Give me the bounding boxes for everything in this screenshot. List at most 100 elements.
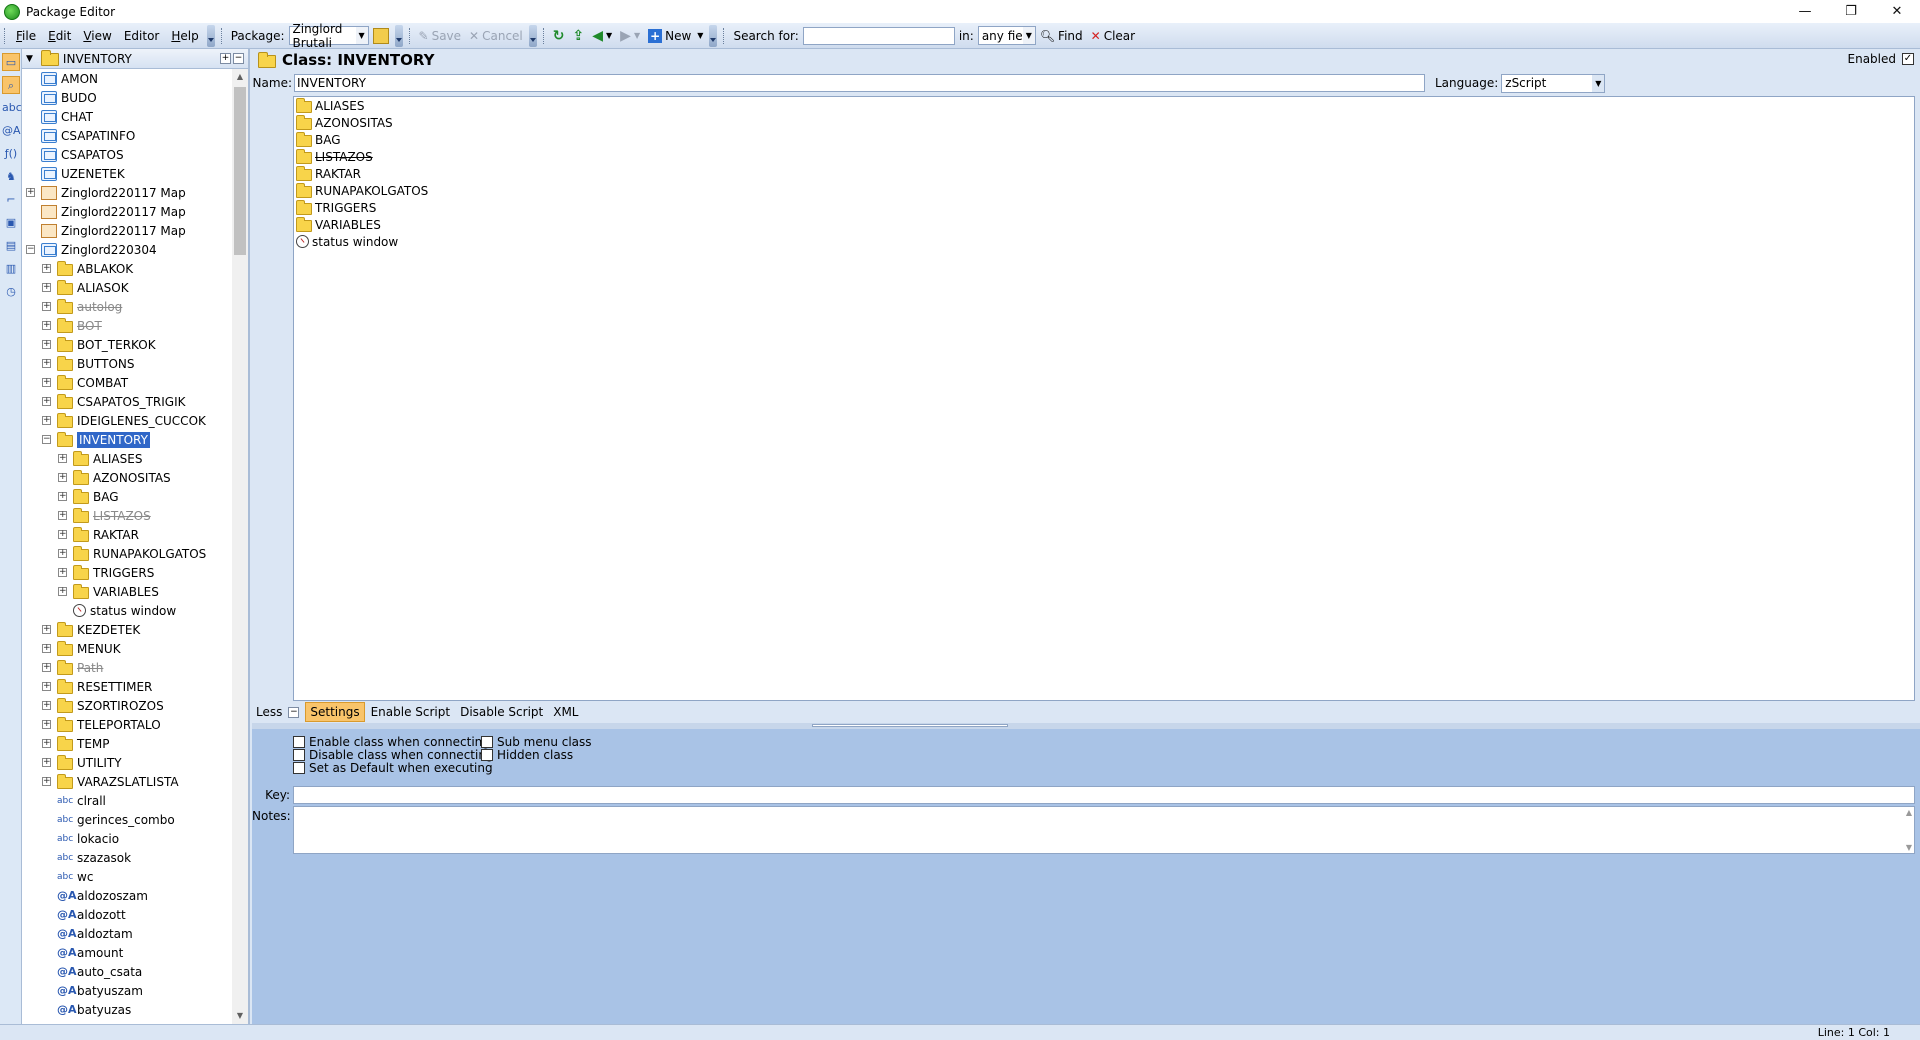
enable-on-connect-option[interactable]: Enable class when connecting [293,735,490,749]
language-select[interactable]: zScript ▼ [1501,73,1606,93]
tree-item[interactable]: + Path [22,658,232,677]
trigger-view-icon[interactable]: ♞ [2,168,20,186]
tree-item[interactable]: + AZONOSITAS [22,468,232,487]
expand-icon[interactable]: + [58,492,67,501]
expand-icon[interactable]: + [42,625,51,634]
package-manager-button[interactable] [369,25,393,47]
save-button[interactable]: ✎ Save [415,25,466,47]
import-button[interactable]: ⇪ [569,25,589,47]
scroll-up-icon[interactable]: ▲ [1906,808,1912,817]
toolbar-overflow-icon[interactable] [528,24,537,47]
menu-help[interactable]: Help [165,29,204,43]
chevron-down-icon[interactable]: ▼ [26,54,33,64]
toolbar-grip[interactable] [542,27,546,44]
expand-icon[interactable]: + [58,511,67,520]
tree-item[interactable]: + RESETTIMER [22,677,232,696]
sub-menu-option[interactable]: Sub menu class [481,735,592,749]
set-default-checkbox[interactable] [293,762,305,774]
alias-view-icon[interactable]: abc [2,99,22,117]
class-contents-list[interactable]: ALIASES AZONOSITAS BAG LISTAZOS RAKTAR RUNAPA… [293,96,1915,701]
disable-on-connect-checkbox[interactable] [293,749,305,761]
expand-icon[interactable]: + [58,454,67,463]
event-view-icon[interactable]: ▤ [2,237,20,255]
tree-item[interactable]: + ALIASOK [22,278,232,297]
tree-item[interactable]: Zinglord220117 Map [22,202,232,221]
list-item[interactable]: LISTAZOS [294,148,1914,165]
list-item[interactable]: ALIASES [294,97,1914,114]
tree-item[interactable]: + VARAZSLATLISTA [22,772,232,791]
tree-item[interactable]: abc gerinces_combo [22,810,232,829]
name-field[interactable]: INVENTORY [294,74,1425,92]
expand-icon[interactable]: + [42,321,51,330]
tree-item[interactable]: UZENETEK [22,164,232,183]
tree-item[interactable]: + BAG [22,487,232,506]
tree-item[interactable]: + UTILITY [22,753,232,772]
expand-icon[interactable]: + [42,397,51,406]
tree-item[interactable]: − Zinglord220304 [22,240,232,259]
tree-item[interactable]: + LISTAZOS [22,506,232,525]
set-default-option[interactable]: Set as Default when executing [293,761,493,775]
tree-item[interactable]: CSAPATOS [22,145,232,164]
expand-icon[interactable]: + [26,188,35,197]
list-item[interactable]: AZONOSITAS [294,114,1914,131]
enable-on-connect-checkbox[interactable] [293,736,305,748]
scroll-thumb[interactable] [234,87,246,255]
tree-item[interactable]: @A batyuzas [22,1000,232,1019]
list-item[interactable]: BAG [294,131,1914,148]
toolbar-overflow-icon[interactable] [709,24,718,47]
expand-icon[interactable]: + [42,302,51,311]
tree-item[interactable]: @A amount [22,943,232,962]
list-item[interactable]: status window [294,233,1914,250]
menu-file[interactable]: File [10,29,42,43]
expand-icon[interactable]: + [42,701,51,710]
tree-item[interactable]: abc lokacio [22,829,232,848]
hidden-class-option[interactable]: Hidden class [481,748,573,762]
tree-item[interactable]: + TRIGGERS [22,563,232,582]
sub-menu-checkbox[interactable] [481,736,493,748]
toolbar-grip[interactable] [4,27,7,44]
collapse-icon[interactable]: − [26,245,35,254]
refresh-button[interactable]: ↻ [549,25,569,47]
forward-button[interactable]: ▶ ▼ [616,25,644,47]
toolbar-grip[interactable] [723,27,726,44]
tab-disable-script[interactable]: Disable Script [456,703,547,721]
expand-icon[interactable]: + [58,473,67,482]
list-item[interactable]: TRIGGERS [294,199,1914,216]
tree-item[interactable]: Zinglord220117 Map [22,221,232,240]
disable-on-connect-option[interactable]: Disable class when connecting [293,748,494,762]
tree-item[interactable]: CSAPATINFO [22,126,232,145]
expand-icon[interactable]: + [42,264,51,273]
list-item[interactable]: VARIABLES [294,216,1914,233]
package-select[interactable]: Zinglord Brutali ▼ [288,22,369,50]
expand-icon[interactable]: + [42,283,51,292]
hidden-class-checkbox[interactable] [481,749,493,761]
expand-icon[interactable]: + [42,359,51,368]
tree-item[interactable]: AMON [22,69,232,88]
tree-item[interactable]: + VARIABLES [22,582,232,601]
list-item[interactable]: RAKTAR [294,165,1914,182]
restore-button[interactable]: ❐ [1828,0,1874,23]
folder-view-icon[interactable]: ▭ [2,53,20,71]
expand-icon[interactable]: + [42,758,51,767]
key-field[interactable] [293,786,1915,804]
tree-item[interactable]: @A auto_csata [22,962,232,981]
tree-item[interactable]: @A aldoztam [22,924,232,943]
scroll-down-icon[interactable]: ▼ [232,1008,248,1024]
tree-item[interactable]: BUDO [22,88,232,107]
tree-item[interactable]: + BOT_TERKOK [22,335,232,354]
tree-item[interactable]: + RUNAPAKOLGATOS [22,544,232,563]
tree-item[interactable]: + TEMP [22,734,232,753]
search-input[interactable] [802,26,955,45]
expand-icon[interactable]: + [42,682,51,691]
expand-icon[interactable]: + [58,568,67,577]
toolbar-overflow-icon[interactable] [206,24,215,47]
list-item[interactable]: RUNAPAKOLGATOS [294,182,1914,199]
search-field-select[interactable]: any field ▼ [977,26,1036,45]
search-view-icon[interactable]: ⌕ [2,76,20,94]
scroll-up-icon[interactable]: ▲ [232,69,248,85]
tab-xml[interactable]: XML [549,703,582,721]
minimize-button[interactable]: — [1782,0,1828,23]
tree-item[interactable]: + autolog [22,297,232,316]
tree-item[interactable]: abc clrall [22,791,232,810]
toolbar-grip[interactable] [408,27,412,44]
